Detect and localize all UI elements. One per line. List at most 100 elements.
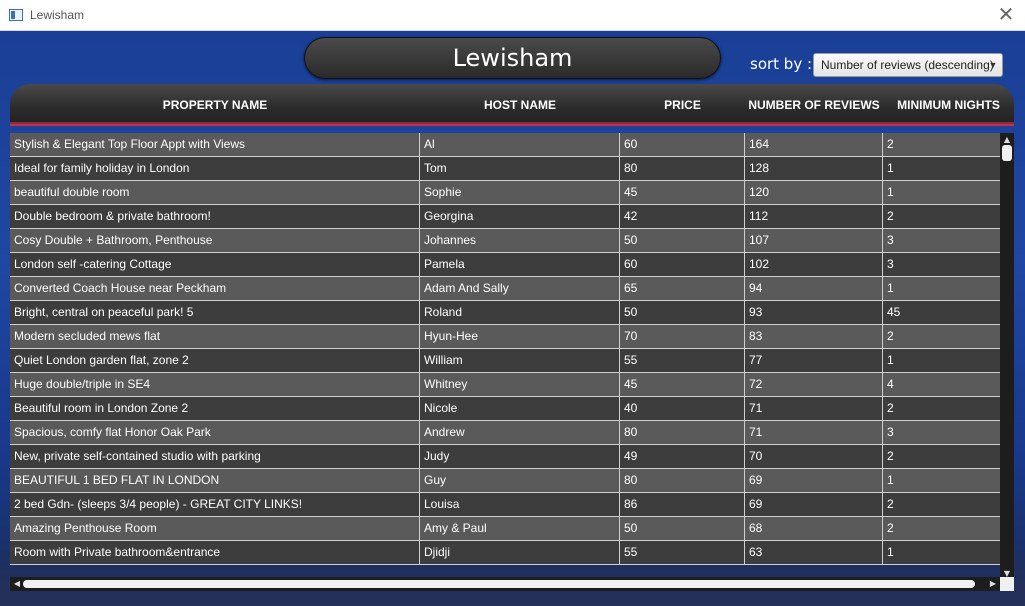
table-row[interactable]: Bright, central on peaceful park! 5 Rolan… [10,301,1000,325]
cell-host-name: Nicole [420,397,620,420]
cell-minimum-nights: 2 [887,449,894,463]
cell-property-name: Quiet London garden flat, zone 2 [10,349,420,372]
table-row[interactable]: Converted Coach House near Peckham Adam A… [10,277,1000,301]
cell-price: 80 [620,469,745,492]
table-row[interactable]: Huge double/triple in SE4 Whitney 45 72 4 [10,373,1000,397]
table-row[interactable]: beautiful double room Sophie 45 120 1 [10,181,1000,205]
table-row[interactable]: Ideal for family holiday in London Tom 80 1… [10,157,1000,181]
vertical-scroll-thumb[interactable] [1002,145,1012,161]
cell-price: 45 [620,373,745,396]
cell-property-name: Ideal for family holiday in London [10,157,420,180]
horizontal-scrollbar[interactable]: ◀ ▶ [10,577,1000,591]
cell-property-name: Huge double/triple in SE4 [10,373,420,396]
cell-minimum-nights: 45 [887,305,901,319]
cell-price: 80 [620,157,745,180]
cell-price: 65 [620,277,745,300]
window-title: Lewisham [30,8,85,22]
table-header: PROPERTY NAME HOST NAME PRICE NUMBER OF … [10,84,1014,126]
cell-host-name: Al [420,133,620,156]
cell-minimum-nights: 2 [887,401,894,415]
horizontal-scroll-thumb[interactable] [23,580,975,588]
table-row[interactable]: Amazing Penthouse Room Amy & Paul 50 68 2 [10,517,1000,541]
column-header-number-of-reviews[interactable]: NUMBER OF REVIEWS [745,84,883,126]
cell-property-name: Beautiful room in London Zone 2 [10,397,420,420]
table-row[interactable]: Cosy Double + Bathroom, Penthouse Johanne… [10,229,1000,253]
cell-host-name: Tom [420,157,620,180]
cell-minimum-nights: 2 [887,497,894,511]
cell-price: 80 [620,421,745,444]
table-row[interactable]: Stylish & Elegant Top Floor Appt with Vi… [10,133,1000,157]
cell-price: 50 [620,517,745,540]
cell-host-name: Johannes [420,229,620,252]
cell-host-name: Whitney [420,373,620,396]
table-row[interactable]: BEAUTIFUL 1 BED FLAT IN LONDON Guy 80 69 1 [10,469,1000,493]
cell-host-name: William [420,349,620,372]
column-header-property-name[interactable]: PROPERTY NAME [10,84,420,126]
cell-number-of-reviews: 107 [745,229,883,252]
sort-dropdown[interactable]: Number of reviews (descending) ▼ [813,53,1003,77]
cell-host-name: Pamela [420,253,620,276]
cell-number-of-reviews: 70 [745,445,883,468]
table-row[interactable]: 2 bed Gdn- (sleeps 3/4 people) - GREAT C… [10,493,1000,517]
scrollbar-corner [1000,577,1014,591]
cell-price: 60 [620,133,745,156]
page-title: Lewisham [304,37,721,79]
column-header-price[interactable]: PRICE [620,84,745,126]
close-icon[interactable]: ✕ [995,4,1017,26]
cell-number-of-reviews: 72 [745,373,883,396]
cell-number-of-reviews: 77 [745,349,883,372]
cell-minimum-nights: 2 [887,137,894,151]
cell-host-name: Georgina [420,205,620,228]
table-row[interactable]: Double bedroom & private bathroom! Georgi… [10,205,1000,229]
sort-label: sort by : [750,55,813,73]
cell-host-name: Amy & Paul [420,517,620,540]
scroll-right-icon[interactable]: ▶ [988,577,998,591]
cell-host-name: Djidji [420,541,620,564]
cell-host-name: Adam And Sally [420,277,620,300]
cell-property-name: Cosy Double + Bathroom, Penthouse [10,229,420,252]
cell-host-name: Roland [420,301,620,324]
table-row[interactable]: Spacious, comfy flat Honor Oak Park Andre… [10,421,1000,445]
cell-property-name: London self -catering Cottage [10,253,420,276]
listings-table: PROPERTY NAME HOST NAME PRICE NUMBER OF … [10,84,1014,594]
table-row[interactable]: Quiet London garden flat, zone 2 William 5… [10,349,1000,373]
cell-price: 60 [620,253,745,276]
table-body: Stylish & Elegant Top Floor Appt with Vi… [10,133,1000,565]
cell-price: 42 [620,205,745,228]
column-header-minimum-nights[interactable]: MINIMUM NIGHTS [883,84,1014,126]
cell-minimum-nights: 2 [887,521,894,535]
cell-minimum-nights: 2 [887,209,894,223]
scroll-left-icon[interactable]: ◀ [12,577,22,591]
cell-price: 45 [620,181,745,204]
cell-host-name: Sophie [420,181,620,204]
cell-number-of-reviews: 71 [745,397,883,420]
cell-number-of-reviews: 120 [745,181,883,204]
cell-property-name: Modern secluded mews flat [10,325,420,348]
table-row[interactable]: London self -catering Cottage Pamela 60 102… [10,253,1000,277]
table-row[interactable]: New, private self-contained studio with … [10,445,1000,469]
cell-minimum-nights: 1 [887,353,894,367]
cell-number-of-reviews: 93 [745,301,883,324]
cell-property-name: BEAUTIFUL 1 BED FLAT IN LONDON [10,469,420,492]
table-row[interactable]: Beautiful room in London Zone 2 Nicole 40 7… [10,397,1000,421]
cell-host-name: Guy [420,469,620,492]
cell-minimum-nights: 2 [887,329,894,343]
cell-host-name: Louisa [420,493,620,516]
cell-host-name: Judy [420,445,620,468]
cell-property-name: 2 bed Gdn- (sleeps 3/4 people) - GREAT C… [10,493,420,516]
cell-minimum-nights: 3 [887,425,894,439]
cell-number-of-reviews: 83 [745,325,883,348]
cell-host-name: Hyun-Hee [420,325,620,348]
cell-property-name: beautiful double room [10,181,420,204]
column-header-host-name[interactable]: HOST NAME [420,84,620,126]
vertical-scrollbar[interactable]: ▲ ▼ [1000,133,1014,581]
cell-minimum-nights: 4 [887,377,894,391]
cell-property-name: Room with Private bathroom&entrance [10,541,420,564]
cell-number-of-reviews: 71 [745,421,883,444]
scroll-up-icon[interactable]: ▲ [1000,135,1014,145]
cell-number-of-reviews: 69 [745,469,883,492]
table-row[interactable]: Modern secluded mews flat Hyun-Hee 70 83 2 [10,325,1000,349]
cell-minimum-nights: 1 [887,161,894,175]
cell-minimum-nights: 3 [887,257,894,271]
table-row[interactable]: Room with Private bathroom&entrance Djidj… [10,541,1000,565]
